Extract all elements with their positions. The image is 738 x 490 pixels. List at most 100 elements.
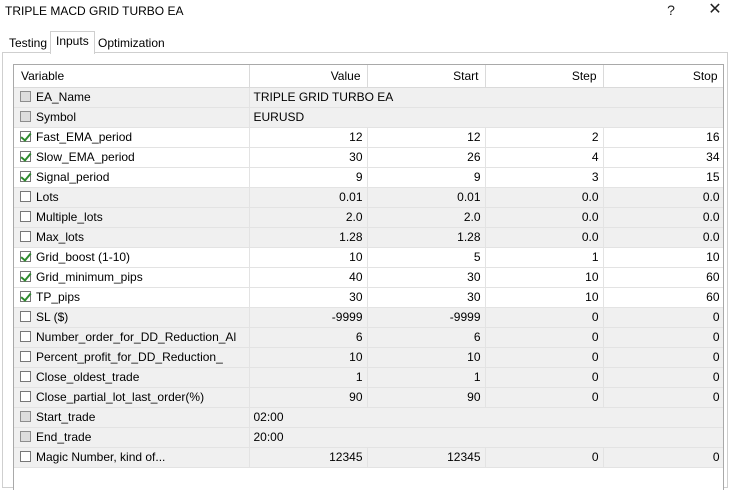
step-cell[interactable]: 10 <box>485 267 604 288</box>
stop-cell[interactable]: 16 <box>603 127 723 148</box>
optimize-checkbox[interactable] <box>20 251 31 262</box>
step-cell[interactable]: 0 <box>485 347 604 368</box>
start-cell[interactable]: 1.28 <box>367 227 486 248</box>
value-cell[interactable]: 10 <box>249 347 368 368</box>
optimize-checkbox[interactable] <box>20 331 31 342</box>
table-row[interactable]: Slow_EMA_period 30 26 4 34 <box>14 147 723 168</box>
optimize-checkbox[interactable] <box>20 211 31 222</box>
stop-cell[interactable]: 0.0 <box>603 207 723 228</box>
start-cell[interactable]: 30 <box>367 287 486 308</box>
tab-inputs[interactable]: Inputs <box>50 31 95 54</box>
table-row[interactable]: Start_trade 02:00 <box>14 407 723 428</box>
value-cell[interactable]: 1.28 <box>249 227 368 248</box>
optimize-checkbox[interactable] <box>20 391 31 402</box>
optimize-checkbox[interactable] <box>20 231 31 242</box>
step-cell[interactable]: 0.0 <box>485 187 604 208</box>
stop-cell[interactable]: 0 <box>603 447 723 468</box>
stop-cell[interactable]: 0 <box>603 327 723 348</box>
value-cell[interactable]: EURUSD <box>249 107 723 128</box>
value-cell[interactable]: 90 <box>249 387 368 408</box>
table-row[interactable]: Max_lots 1.28 1.28 0.0 0.0 <box>14 227 723 248</box>
step-cell[interactable]: 0.0 <box>485 207 604 228</box>
step-cell[interactable]: 2 <box>485 127 604 148</box>
start-cell[interactable]: 6 <box>367 327 486 348</box>
value-cell[interactable]: 9 <box>249 167 368 188</box>
value-cell[interactable]: 30 <box>249 287 368 308</box>
table-row[interactable]: Symbol EURUSD <box>14 107 723 128</box>
step-cell[interactable]: 0 <box>485 307 604 328</box>
optimize-checkbox[interactable] <box>20 171 31 182</box>
inputs-grid[interactable]: Variable Value Start Step Stop EA_Name TR… <box>13 64 724 490</box>
value-cell[interactable]: 0.01 <box>249 187 368 208</box>
column-header-step[interactable]: Step <box>485 65 604 88</box>
start-cell[interactable]: 2.0 <box>367 207 486 228</box>
table-row[interactable]: Percent_profit_for_DD_Reduction_ 10 10 0 0 <box>14 347 723 368</box>
table-row[interactable]: TP_pips 30 30 10 60 <box>14 287 723 308</box>
start-cell[interactable]: 5 <box>367 247 486 268</box>
stop-cell[interactable]: 0.0 <box>603 227 723 248</box>
stop-cell[interactable]: 15 <box>603 167 723 188</box>
value-cell[interactable]: 2.0 <box>249 207 368 228</box>
table-row[interactable]: Grid_minimum_pips 40 30 10 60 <box>14 267 723 288</box>
stop-cell[interactable]: 60 <box>603 287 723 308</box>
stop-cell[interactable]: 0.0 <box>603 187 723 208</box>
value-cell[interactable]: TRIPLE GRID TURBO EA <box>249 87 723 108</box>
start-cell[interactable]: 10 <box>367 347 486 368</box>
table-row[interactable]: Magic Number, kind of... 12345 12345 0 0 <box>14 447 723 468</box>
table-row[interactable]: Multiple_lots 2.0 2.0 0.0 0.0 <box>14 207 723 228</box>
optimize-checkbox[interactable] <box>20 451 31 462</box>
optimize-checkbox[interactable] <box>20 131 31 142</box>
column-header-variable[interactable]: Variable <box>14 65 250 88</box>
optimize-checkbox[interactable] <box>20 291 31 302</box>
step-cell[interactable]: 0 <box>485 447 604 468</box>
value-cell[interactable]: 12345 <box>249 447 368 468</box>
help-button[interactable]: ? <box>657 1 685 21</box>
column-header-stop[interactable]: Stop <box>603 65 723 88</box>
step-cell[interactable]: 10 <box>485 287 604 308</box>
table-row[interactable]: Lots 0.01 0.01 0.0 0.0 <box>14 187 723 208</box>
table-row[interactable]: End_trade 20:00 <box>14 427 723 448</box>
tab-testing[interactable]: Testing <box>3 33 53 53</box>
step-cell[interactable]: 0 <box>485 367 604 388</box>
value-cell[interactable]: 20:00 <box>249 427 723 448</box>
stop-cell[interactable]: 10 <box>603 247 723 268</box>
column-header-start[interactable]: Start <box>367 65 486 88</box>
optimize-checkbox[interactable] <box>20 371 31 382</box>
stop-cell[interactable]: 0 <box>603 387 723 408</box>
close-button[interactable]: ✕ <box>701 1 729 21</box>
start-cell[interactable]: 12345 <box>367 447 486 468</box>
step-cell[interactable]: 3 <box>485 167 604 188</box>
start-cell[interactable]: 90 <box>367 387 486 408</box>
start-cell[interactable]: 9 <box>367 167 486 188</box>
start-cell[interactable]: 30 <box>367 267 486 288</box>
optimize-checkbox[interactable] <box>20 351 31 362</box>
start-cell[interactable]: 12 <box>367 127 486 148</box>
value-cell[interactable]: 1 <box>249 367 368 388</box>
value-cell[interactable]: -9999 <box>249 307 368 328</box>
table-row[interactable]: Signal_period 9 9 3 15 <box>14 167 723 188</box>
table-row[interactable]: EA_Name TRIPLE GRID TURBO EA <box>14 87 723 108</box>
start-cell[interactable]: 1 <box>367 367 486 388</box>
stop-cell[interactable]: 34 <box>603 147 723 168</box>
optimize-checkbox[interactable] <box>20 191 31 202</box>
stop-cell[interactable]: 0 <box>603 307 723 328</box>
table-row[interactable]: Close_partial_lot_last_order(%) 90 90 0 0 <box>14 387 723 408</box>
stop-cell[interactable]: 60 <box>603 267 723 288</box>
start-cell[interactable]: -9999 <box>367 307 486 328</box>
stop-cell[interactable]: 0 <box>603 347 723 368</box>
optimize-checkbox[interactable] <box>20 151 31 162</box>
value-cell[interactable]: 6 <box>249 327 368 348</box>
start-cell[interactable]: 0.01 <box>367 187 486 208</box>
optimize-checkbox[interactable] <box>20 271 31 282</box>
value-cell[interactable]: 10 <box>249 247 368 268</box>
table-row[interactable]: Grid_boost (1-10) 10 5 1 10 <box>14 247 723 268</box>
step-cell[interactable]: 0 <box>485 327 604 348</box>
column-header-value[interactable]: Value <box>249 65 368 88</box>
table-row[interactable]: SL ($) -9999 -9999 0 0 <box>14 307 723 328</box>
step-cell[interactable]: 0 <box>485 387 604 408</box>
start-cell[interactable]: 26 <box>367 147 486 168</box>
table-row[interactable]: Number_order_for_DD_Reduction_Al 6 6 0 0 <box>14 327 723 348</box>
stop-cell[interactable]: 0 <box>603 367 723 388</box>
step-cell[interactable]: 1 <box>485 247 604 268</box>
value-cell[interactable]: 40 <box>249 267 368 288</box>
